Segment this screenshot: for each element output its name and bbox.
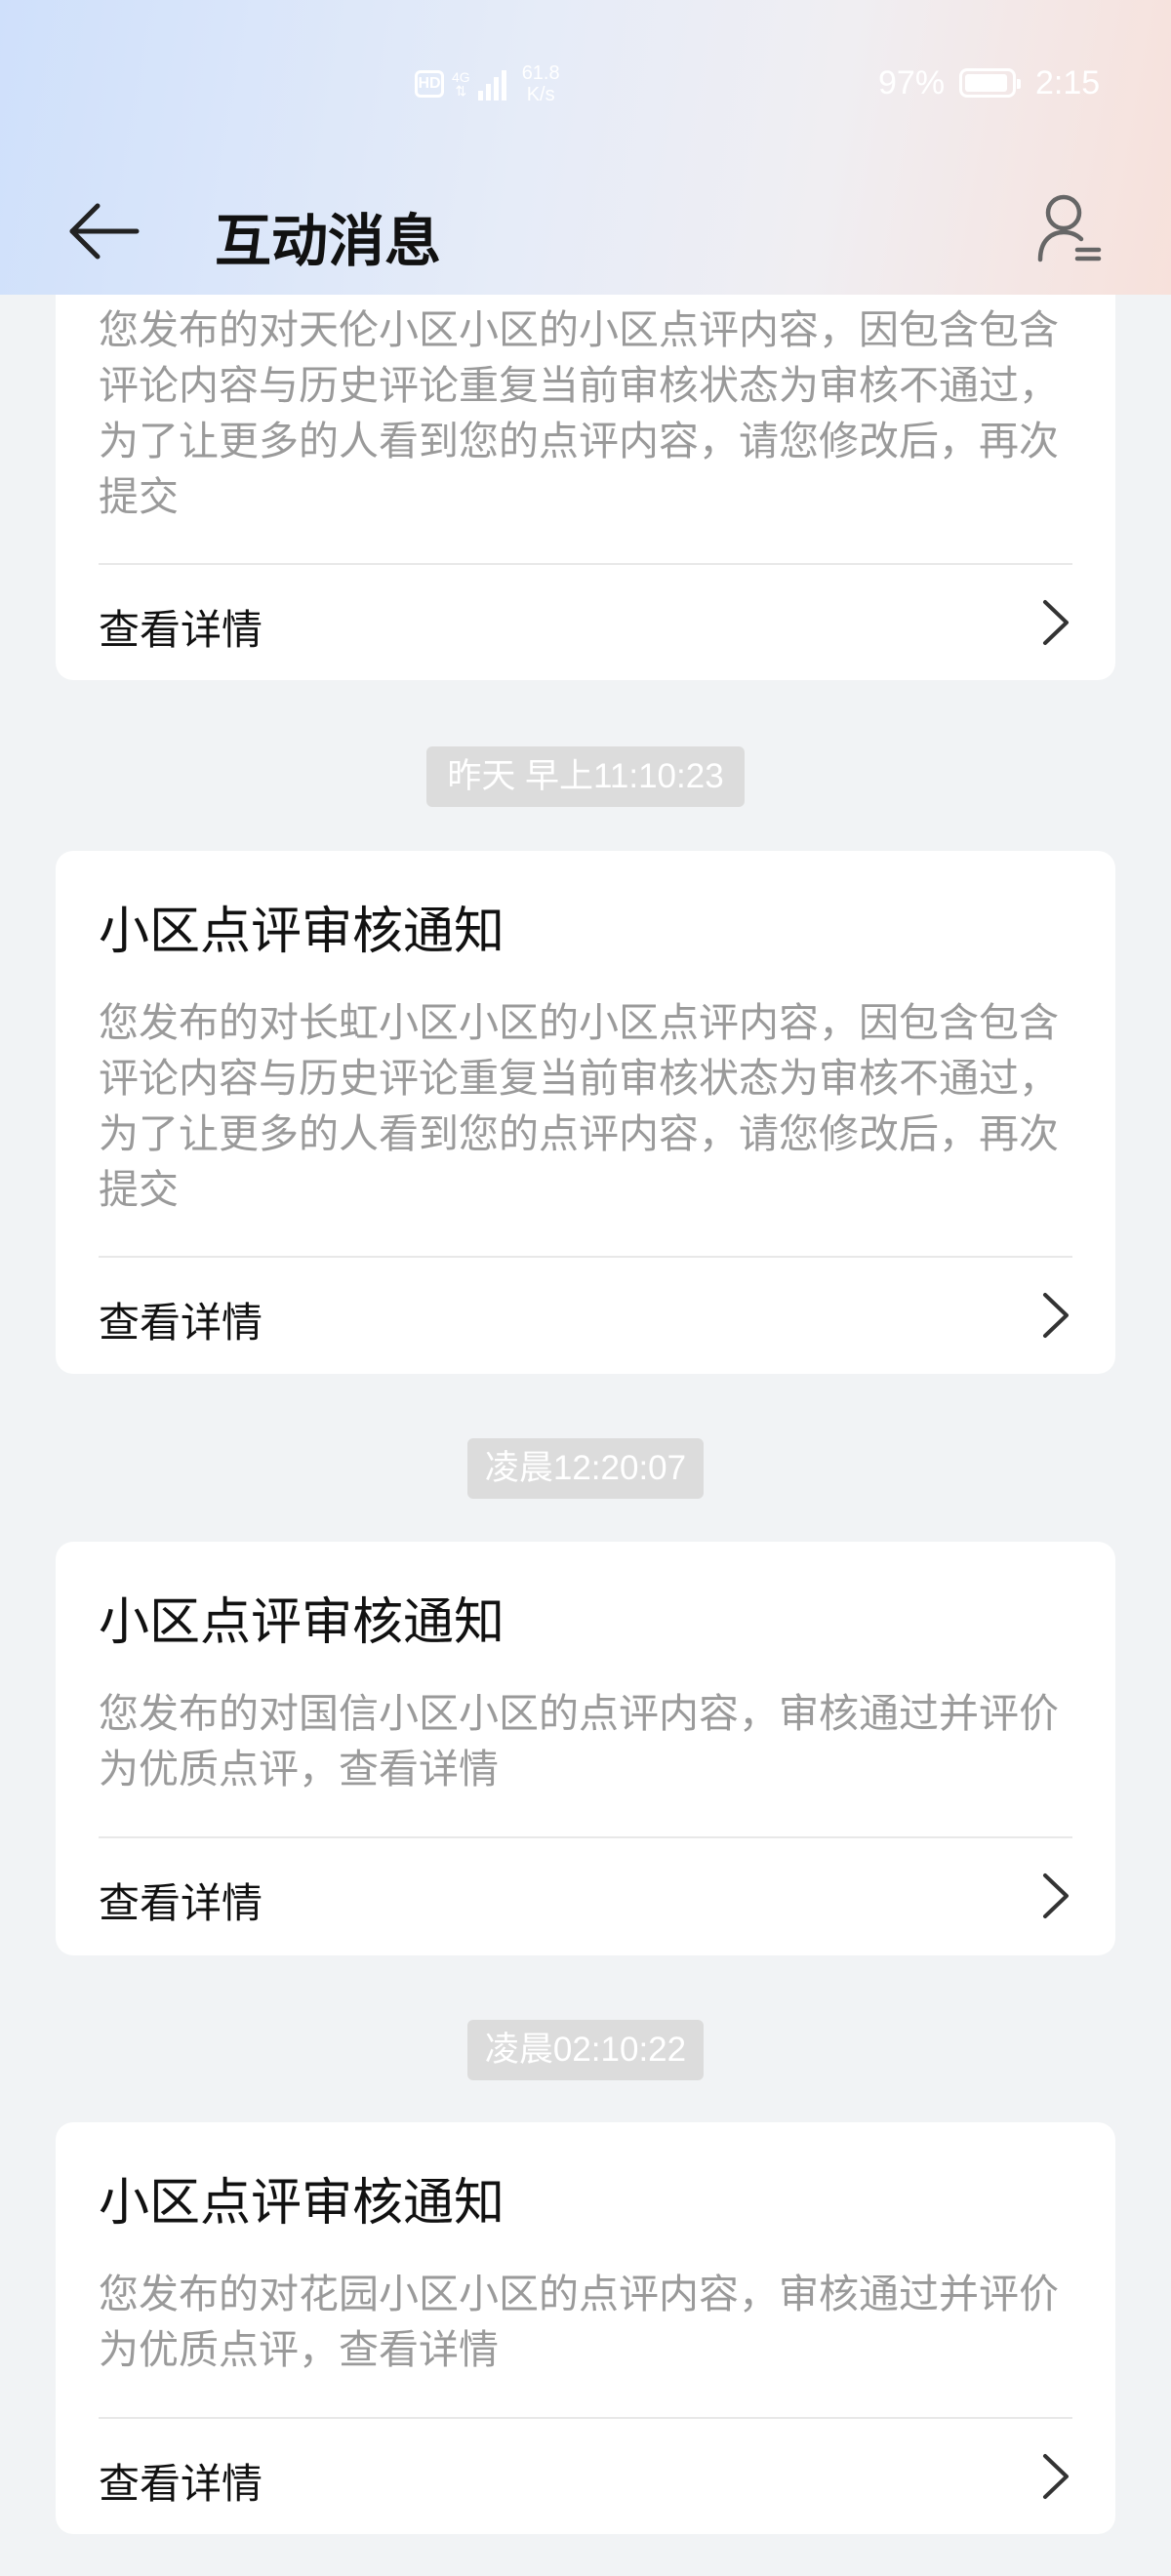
view-details-link[interactable]: 查看详情	[56, 1258, 1115, 1373]
message-body: 您发布的对国信小区小区的点评内容，审核通过并评价为优质点评，查看详情	[99, 1690, 1059, 1792]
message-card: 您发布的对天伦小区小区的小区点评内容，因包含包含评论内容与历史评论重复当前审核状…	[56, 234, 1115, 680]
timestamp-badge: 凌晨12:20:07	[467, 1438, 704, 1499]
back-button[interactable]	[66, 197, 144, 265]
message-body: 您发布的对天伦小区小区的小区点评内容，因包含包含评论内容与历史评论重复当前审核状…	[99, 306, 1059, 520]
view-details-label: 查看详情	[99, 1299, 263, 1347]
chevron-right-icon	[1043, 1873, 1069, 1918]
message-body: 您发布的对花园小区小区的点评内容，审核通过并评价为优质点评，查看详情	[99, 2271, 1059, 2373]
view-details-label: 查看详情	[99, 1879, 263, 1927]
network-speed-overlay: 61.8 K/s	[522, 62, 560, 105]
battery-icon	[959, 68, 1021, 98]
network-indicator-overlay: HD 4G ⇅ 61.8 K/s	[415, 62, 560, 105]
speed-value-overlay: 61.8	[521, 62, 560, 84]
page-title-overlay: 互动消息	[215, 208, 442, 274]
data-arrows-icon: ⇅	[455, 83, 467, 99]
user-list-icon	[1037, 194, 1102, 262]
hd-badge-overlay: HD	[415, 70, 444, 98]
message-title: 小区点评审核通知	[99, 903, 505, 961]
network-type-overlay: 4G ⇅	[452, 70, 470, 98]
view-details-link[interactable]: 查看详情	[56, 565, 1115, 680]
view-details-link[interactable]: 查看详情	[56, 2419, 1115, 2534]
battery-percent-overlay: 97%	[878, 64, 946, 101]
message-card: 小区点评审核通知 您发布的对国信小区小区的点评内容，审核通过并评价为优质点评，查…	[56, 1542, 1115, 1955]
message-title: 小区点评审核通知	[99, 1593, 505, 1652]
view-details-label: 查看详情	[99, 2460, 263, 2508]
message-title: 小区点评审核通知	[99, 2174, 505, 2233]
timestamp-badge: 昨天 早上11:10:23	[426, 746, 745, 807]
chevron-right-icon	[1043, 600, 1069, 645]
signal-icon	[477, 67, 506, 101]
speed-unit-overlay: K/s	[526, 84, 555, 105]
profile-button[interactable]	[1034, 189, 1110, 269]
network-type-label-overlay: 4G	[452, 69, 470, 85]
app-header-overlay: 互动消息	[0, 176, 1171, 295]
clock-overlay: 2:15	[1035, 64, 1101, 101]
message-body: 您发布的对长虹小区小区的小区点评内容，因包含包含评论内容与历史评论重复当前审核状…	[99, 999, 1059, 1213]
view-details-label: 查看详情	[99, 606, 263, 654]
view-details-link[interactable]: 查看详情	[56, 1838, 1115, 1953]
message-card: 小区点评审核通知 您发布的对长虹小区小区的小区点评内容，因包含包含评论内容与历史…	[56, 851, 1115, 1374]
arrow-left-icon	[69, 203, 140, 260]
chevron-right-icon	[1043, 1293, 1069, 1338]
chevron-right-icon	[1043, 2454, 1069, 2499]
status-bar-overlay: HD 4G ⇅ 61.8 K/s 97% 2:15	[0, 0, 1171, 176]
message-card: 小区点评审核通知 您发布的对花园小区小区的点评内容，审核通过并评价为优质点评，查…	[56, 2122, 1115, 2534]
timestamp-badge: 凌晨02:10:22	[467, 2020, 704, 2080]
